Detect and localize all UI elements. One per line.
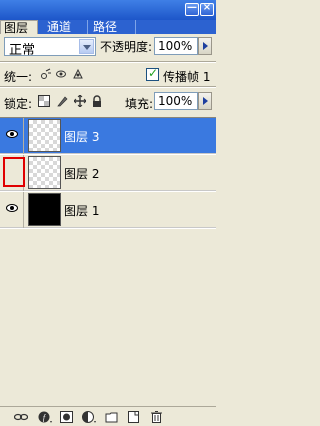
- trash-icon[interactable]: [150, 411, 164, 423]
- divider-highlight: [0, 87, 216, 88]
- eye-icon: [6, 204, 18, 212]
- visibility-toggle[interactable]: [0, 155, 25, 191]
- triangle-right-icon: [203, 42, 208, 50]
- tab-layers[interactable]: 图层: [0, 20, 38, 35]
- adjustment-layer-icon[interactable]: [82, 411, 96, 423]
- unify-style-icon[interactable]: [72, 68, 84, 80]
- layer-name: 图层 3: [64, 130, 100, 144]
- tab-channels[interactable]: 通道: [44, 20, 88, 34]
- fill-label: 填充:: [125, 97, 154, 111]
- visibility-toggle[interactable]: [0, 118, 24, 154]
- unify-visibility-icon[interactable]: [56, 68, 68, 80]
- new-layer-icon[interactable]: [127, 411, 141, 423]
- opacity-input[interactable]: 100%: [154, 37, 198, 55]
- unify-label: 统一:: [4, 70, 33, 84]
- panel-tabs: 图层 通道 路径: [0, 20, 216, 35]
- close-button[interactable]: ×: [200, 2, 214, 16]
- layer-row[interactable]: 图层 1: [0, 192, 216, 228]
- lock-pixels-brush-icon[interactable]: [56, 95, 68, 107]
- highlight-box: [3, 157, 25, 187]
- layer-thumbnail: [28, 193, 61, 226]
- minimize-icon: —: [187, 2, 197, 13]
- blend-mode-dropdown-button[interactable]: [79, 39, 94, 54]
- window-titlebar: — ×: [0, 0, 216, 20]
- lock-transparency-icon[interactable]: [38, 95, 50, 107]
- unify-position-icon[interactable]: [40, 68, 52, 80]
- opacity-flyout-button[interactable]: [198, 37, 212, 55]
- lock-label: 锁定:: [4, 97, 33, 111]
- fill-input[interactable]: 100%: [154, 92, 198, 110]
- tab-layers-label: 图层: [4, 21, 29, 35]
- visibility-toggle[interactable]: [0, 192, 24, 228]
- minimize-button[interactable]: —: [185, 2, 199, 16]
- divider-highlight: [0, 62, 216, 63]
- layer-name: 图层 1: [64, 204, 100, 218]
- layer-row[interactable]: 图层 2: [0, 155, 216, 191]
- tab-paths[interactable]: 路径: [90, 20, 136, 34]
- layers-list: 图层 3 图层 2 图层 1: [0, 117, 216, 408]
- layers-toolbar: f: [0, 406, 216, 426]
- layer-mask-icon[interactable]: [60, 411, 74, 423]
- blend-mode-value: 正常: [9, 43, 36, 58]
- chevron-down-icon: [83, 45, 91, 50]
- opacity-label: 不透明度:: [100, 40, 153, 54]
- triangle-right-icon: [203, 97, 208, 105]
- layer-thumbnail: [28, 156, 61, 189]
- eye-icon: [6, 130, 18, 138]
- tab-channels-label: 通道: [47, 20, 72, 34]
- tab-paths-label: 路径: [93, 20, 118, 34]
- layer-row[interactable]: 图层 3: [0, 118, 216, 154]
- propagate-frame-label: 传播帧 1: [163, 70, 211, 84]
- layer-thumbnail: [28, 119, 61, 152]
- checkmark-icon: ✓: [148, 66, 159, 80]
- new-group-folder-icon[interactable]: [105, 411, 119, 423]
- fill-value: 100%: [158, 94, 193, 108]
- layers-empty-area: [0, 229, 216, 408]
- link-layers-icon[interactable]: [14, 411, 28, 423]
- fill-flyout-button[interactable]: [198, 92, 212, 110]
- propagate-frame-checkbox[interactable]: ✓: [146, 66, 159, 81]
- lock-all-padlock-icon[interactable]: [91, 95, 103, 107]
- layer-style-icon[interactable]: f: [38, 411, 52, 423]
- opacity-value: 100%: [158, 39, 193, 53]
- blend-mode-select[interactable]: 正常: [4, 37, 96, 58]
- lock-position-move-icon[interactable]: [74, 95, 86, 107]
- layer-name: 图层 2: [64, 167, 100, 181]
- close-icon: ×: [202, 2, 212, 13]
